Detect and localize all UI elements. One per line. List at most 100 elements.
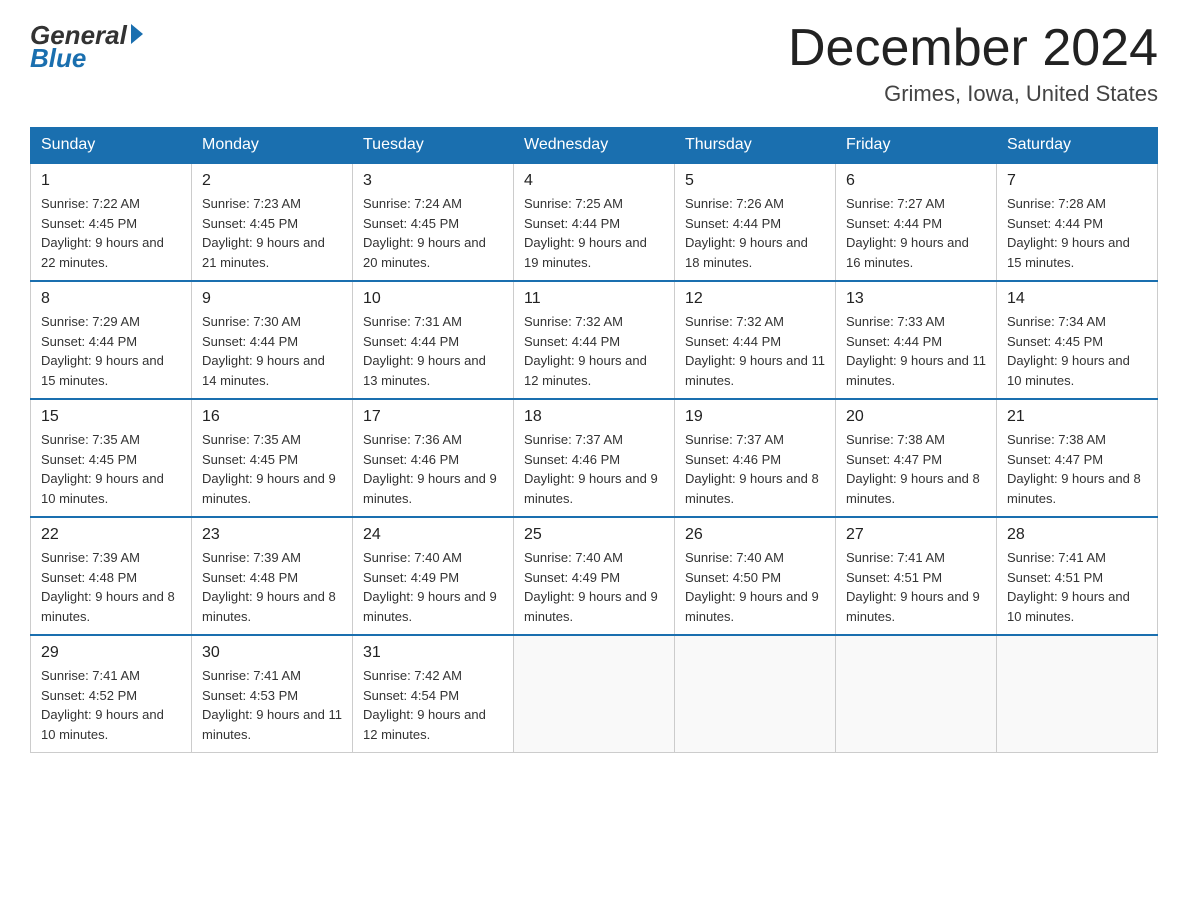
- day-sunrise: Sunrise: 7:36 AMSunset: 4:46 PMDaylight:…: [363, 432, 497, 506]
- calendar-week-row: 1 Sunrise: 7:22 AMSunset: 4:45 PMDayligh…: [31, 163, 1158, 281]
- day-sunrise: Sunrise: 7:29 AMSunset: 4:44 PMDaylight:…: [41, 314, 164, 388]
- day-number: 19: [685, 408, 825, 426]
- day-sunrise: Sunrise: 7:33 AMSunset: 4:44 PMDaylight:…: [846, 314, 986, 388]
- title-block: December 2024 Grimes, Iowa, United State…: [788, 20, 1158, 107]
- day-number: 3: [363, 172, 503, 190]
- location-subtitle: Grimes, Iowa, United States: [788, 81, 1158, 107]
- calendar-day-cell: 10 Sunrise: 7:31 AMSunset: 4:44 PMDaylig…: [353, 281, 514, 399]
- day-number: 5: [685, 172, 825, 190]
- day-sunrise: Sunrise: 7:25 AMSunset: 4:44 PMDaylight:…: [524, 196, 647, 270]
- day-sunrise: Sunrise: 7:31 AMSunset: 4:44 PMDaylight:…: [363, 314, 486, 388]
- day-sunrise: Sunrise: 7:23 AMSunset: 4:45 PMDaylight:…: [202, 196, 325, 270]
- calendar-day-cell: 14 Sunrise: 7:34 AMSunset: 4:45 PMDaylig…: [997, 281, 1158, 399]
- calendar-day-cell: [836, 635, 997, 753]
- day-sunrise: Sunrise: 7:41 AMSunset: 4:51 PMDaylight:…: [846, 550, 980, 624]
- calendar-day-cell: 11 Sunrise: 7:32 AMSunset: 4:44 PMDaylig…: [514, 281, 675, 399]
- calendar-day-cell: 25 Sunrise: 7:40 AMSunset: 4:49 PMDaylig…: [514, 517, 675, 635]
- calendar-day-cell: 19 Sunrise: 7:37 AMSunset: 4:46 PMDaylig…: [675, 399, 836, 517]
- day-number: 10: [363, 290, 503, 308]
- day-number: 21: [1007, 408, 1147, 426]
- calendar-day-cell: 4 Sunrise: 7:25 AMSunset: 4:44 PMDayligh…: [514, 163, 675, 281]
- calendar-day-cell: 8 Sunrise: 7:29 AMSunset: 4:44 PMDayligh…: [31, 281, 192, 399]
- day-sunrise: Sunrise: 7:41 AMSunset: 4:52 PMDaylight:…: [41, 668, 164, 742]
- day-number: 28: [1007, 526, 1147, 544]
- calendar-day-cell: 16 Sunrise: 7:35 AMSunset: 4:45 PMDaylig…: [192, 399, 353, 517]
- calendar-day-cell: 23 Sunrise: 7:39 AMSunset: 4:48 PMDaylig…: [192, 517, 353, 635]
- day-number: 1: [41, 172, 181, 190]
- calendar-week-row: 15 Sunrise: 7:35 AMSunset: 4:45 PMDaylig…: [31, 399, 1158, 517]
- day-number: 18: [524, 408, 664, 426]
- day-sunrise: Sunrise: 7:34 AMSunset: 4:45 PMDaylight:…: [1007, 314, 1130, 388]
- day-sunrise: Sunrise: 7:37 AMSunset: 4:46 PMDaylight:…: [685, 432, 819, 506]
- day-number: 12: [685, 290, 825, 308]
- day-sunrise: Sunrise: 7:42 AMSunset: 4:54 PMDaylight:…: [363, 668, 486, 742]
- calendar-day-cell: 1 Sunrise: 7:22 AMSunset: 4:45 PMDayligh…: [31, 163, 192, 281]
- day-of-week-header: Monday: [192, 128, 353, 164]
- day-number: 25: [524, 526, 664, 544]
- calendar-day-cell: 22 Sunrise: 7:39 AMSunset: 4:48 PMDaylig…: [31, 517, 192, 635]
- calendar-week-row: 8 Sunrise: 7:29 AMSunset: 4:44 PMDayligh…: [31, 281, 1158, 399]
- day-sunrise: Sunrise: 7:28 AMSunset: 4:44 PMDaylight:…: [1007, 196, 1130, 270]
- day-number: 31: [363, 644, 503, 662]
- day-number: 7: [1007, 172, 1147, 190]
- calendar-day-cell: 9 Sunrise: 7:30 AMSunset: 4:44 PMDayligh…: [192, 281, 353, 399]
- day-sunrise: Sunrise: 7:38 AMSunset: 4:47 PMDaylight:…: [846, 432, 980, 506]
- day-sunrise: Sunrise: 7:41 AMSunset: 4:53 PMDaylight:…: [202, 668, 342, 742]
- day-sunrise: Sunrise: 7:40 AMSunset: 4:49 PMDaylight:…: [363, 550, 497, 624]
- day-sunrise: Sunrise: 7:38 AMSunset: 4:47 PMDaylight:…: [1007, 432, 1141, 506]
- day-number: 11: [524, 290, 664, 308]
- calendar-day-cell: 31 Sunrise: 7:42 AMSunset: 4:54 PMDaylig…: [353, 635, 514, 753]
- day-sunrise: Sunrise: 7:39 AMSunset: 4:48 PMDaylight:…: [202, 550, 336, 624]
- calendar-day-cell: 24 Sunrise: 7:40 AMSunset: 4:49 PMDaylig…: [353, 517, 514, 635]
- day-of-week-header: Thursday: [675, 128, 836, 164]
- logo: General Blue: [30, 20, 143, 74]
- calendar-day-cell: 28 Sunrise: 7:41 AMSunset: 4:51 PMDaylig…: [997, 517, 1158, 635]
- day-of-week-header: Saturday: [997, 128, 1158, 164]
- day-number: 22: [41, 526, 181, 544]
- calendar-day-cell: 30 Sunrise: 7:41 AMSunset: 4:53 PMDaylig…: [192, 635, 353, 753]
- day-sunrise: Sunrise: 7:40 AMSunset: 4:50 PMDaylight:…: [685, 550, 819, 624]
- day-number: 17: [363, 408, 503, 426]
- day-of-week-header: Tuesday: [353, 128, 514, 164]
- day-of-week-header: Wednesday: [514, 128, 675, 164]
- day-number: 30: [202, 644, 342, 662]
- day-sunrise: Sunrise: 7:32 AMSunset: 4:44 PMDaylight:…: [685, 314, 825, 388]
- day-number: 24: [363, 526, 503, 544]
- day-number: 29: [41, 644, 181, 662]
- calendar-day-cell: 27 Sunrise: 7:41 AMSunset: 4:51 PMDaylig…: [836, 517, 997, 635]
- day-number: 23: [202, 526, 342, 544]
- day-number: 20: [846, 408, 986, 426]
- day-sunrise: Sunrise: 7:37 AMSunset: 4:46 PMDaylight:…: [524, 432, 658, 506]
- calendar-day-cell: 5 Sunrise: 7:26 AMSunset: 4:44 PMDayligh…: [675, 163, 836, 281]
- day-sunrise: Sunrise: 7:26 AMSunset: 4:44 PMDaylight:…: [685, 196, 808, 270]
- calendar-day-cell: [514, 635, 675, 753]
- day-number: 4: [524, 172, 664, 190]
- day-sunrise: Sunrise: 7:24 AMSunset: 4:45 PMDaylight:…: [363, 196, 486, 270]
- day-of-week-header: Friday: [836, 128, 997, 164]
- day-sunrise: Sunrise: 7:32 AMSunset: 4:44 PMDaylight:…: [524, 314, 647, 388]
- calendar-week-row: 22 Sunrise: 7:39 AMSunset: 4:48 PMDaylig…: [31, 517, 1158, 635]
- logo-blue-text: Blue: [30, 43, 86, 74]
- calendar-day-cell: 20 Sunrise: 7:38 AMSunset: 4:47 PMDaylig…: [836, 399, 997, 517]
- calendar-day-cell: 13 Sunrise: 7:33 AMSunset: 4:44 PMDaylig…: [836, 281, 997, 399]
- calendar-week-row: 29 Sunrise: 7:41 AMSunset: 4:52 PMDaylig…: [31, 635, 1158, 753]
- calendar-day-cell: 3 Sunrise: 7:24 AMSunset: 4:45 PMDayligh…: [353, 163, 514, 281]
- calendar-day-cell: [675, 635, 836, 753]
- calendar-day-cell: 15 Sunrise: 7:35 AMSunset: 4:45 PMDaylig…: [31, 399, 192, 517]
- day-number: 15: [41, 408, 181, 426]
- day-sunrise: Sunrise: 7:30 AMSunset: 4:44 PMDaylight:…: [202, 314, 325, 388]
- calendar-day-cell: 17 Sunrise: 7:36 AMSunset: 4:46 PMDaylig…: [353, 399, 514, 517]
- logo-arrow-icon: [131, 24, 143, 44]
- month-title: December 2024: [788, 20, 1158, 77]
- day-number: 9: [202, 290, 342, 308]
- day-sunrise: Sunrise: 7:35 AMSunset: 4:45 PMDaylight:…: [202, 432, 336, 506]
- day-number: 27: [846, 526, 986, 544]
- day-number: 8: [41, 290, 181, 308]
- day-sunrise: Sunrise: 7:40 AMSunset: 4:49 PMDaylight:…: [524, 550, 658, 624]
- calendar-day-cell: 6 Sunrise: 7:27 AMSunset: 4:44 PMDayligh…: [836, 163, 997, 281]
- calendar-day-cell: 21 Sunrise: 7:38 AMSunset: 4:47 PMDaylig…: [997, 399, 1158, 517]
- day-sunrise: Sunrise: 7:35 AMSunset: 4:45 PMDaylight:…: [41, 432, 164, 506]
- calendar-day-cell: 12 Sunrise: 7:32 AMSunset: 4:44 PMDaylig…: [675, 281, 836, 399]
- calendar-header-row: SundayMondayTuesdayWednesdayThursdayFrid…: [31, 128, 1158, 164]
- calendar-day-cell: 29 Sunrise: 7:41 AMSunset: 4:52 PMDaylig…: [31, 635, 192, 753]
